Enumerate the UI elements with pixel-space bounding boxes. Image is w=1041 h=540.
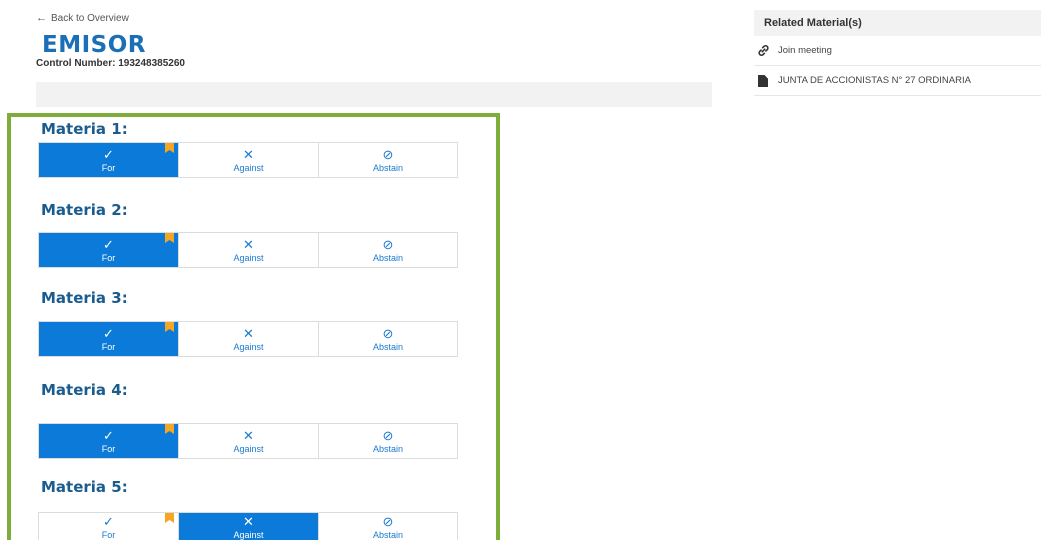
abstain-label: Abstain	[372, 341, 404, 352]
x-icon: ✕	[243, 325, 254, 341]
abstain-label: Abstain	[372, 252, 404, 263]
against-label: Against	[233, 529, 264, 540]
materia-5-for-button[interactable]: ✓ For	[39, 513, 179, 540]
for-label: For	[101, 341, 116, 352]
back-to-overview-link[interactable]: ← Back to Overview	[36, 12, 129, 24]
materia-4-abstain-button[interactable]: ⊘ Abstain	[319, 424, 457, 458]
materia-4-for-button[interactable]: ✓ For	[39, 424, 179, 458]
materia-5-against-button[interactable]: ✕ Against	[179, 513, 319, 540]
page-title: EMISOR	[42, 32, 146, 58]
for-label: For	[101, 443, 116, 454]
materia-2-abstain-button[interactable]: ⊘ Abstain	[319, 233, 457, 267]
materia-5-label: Materia 5:	[41, 478, 128, 496]
materia-2-for-button[interactable]: ✓ For	[39, 233, 179, 267]
materia-5-vote-group: ✓ For ✕ Against ⊘ Abstain	[38, 512, 458, 540]
materia-3-against-button[interactable]: ✕ Against	[179, 322, 319, 356]
x-icon: ✕	[243, 427, 254, 443]
x-icon: ✕	[243, 513, 254, 529]
abstain-icon: ⊘	[382, 513, 394, 529]
info-bar	[36, 82, 712, 107]
bookmark-icon	[165, 513, 174, 523]
check-icon: ✓	[103, 427, 114, 443]
materia-5-abstain-button[interactable]: ⊘ Abstain	[319, 513, 457, 540]
check-icon: ✓	[103, 513, 114, 529]
materia-4-against-button[interactable]: ✕ Against	[179, 424, 319, 458]
against-label: Against	[233, 162, 264, 173]
abstain-label: Abstain	[372, 443, 404, 454]
materia-3-label: Materia 3:	[41, 289, 128, 307]
link-icon	[756, 44, 770, 57]
materia-3-for-button[interactable]: ✓ For	[39, 322, 179, 356]
document-link[interactable]: JUNTA DE ACCIONISTAS N° 27 ORDINARIA	[754, 66, 1041, 96]
back-link-label: Back to Overview	[51, 12, 129, 24]
check-icon: ✓	[103, 325, 114, 341]
for-label: For	[101, 162, 116, 173]
for-label: For	[101, 529, 116, 540]
x-icon: ✕	[243, 236, 254, 252]
materia-1-for-button[interactable]: ✓ For	[39, 143, 179, 177]
check-icon: ✓	[103, 146, 114, 162]
materia-1-abstain-button[interactable]: ⊘ Abstain	[319, 143, 457, 177]
against-label: Against	[233, 443, 264, 454]
materia-1-vote-group: ✓ For ✕ Against ⊘ Abstain	[38, 142, 458, 178]
bookmark-icon	[165, 424, 174, 434]
abstain-icon: ⊘	[382, 325, 394, 341]
against-label: Against	[233, 252, 264, 263]
abstain-icon: ⊘	[382, 236, 394, 252]
materia-1-label: Materia 1:	[41, 120, 128, 138]
bookmark-icon	[165, 322, 174, 332]
materia-4-vote-group: ✓ For ✕ Against ⊘ Abstain	[38, 423, 458, 459]
document-icon	[756, 74, 770, 87]
for-label: For	[101, 252, 116, 263]
abstain-icon: ⊘	[382, 146, 394, 162]
against-label: Against	[233, 341, 264, 352]
materia-1-against-button[interactable]: ✕ Against	[179, 143, 319, 177]
materia-2-against-button[interactable]: ✕ Against	[179, 233, 319, 267]
x-icon: ✕	[243, 146, 254, 162]
materia-3-vote-group: ✓ For ✕ Against ⊘ Abstain	[38, 321, 458, 357]
materia-4-label: Materia 4:	[41, 381, 128, 399]
materia-3-abstain-button[interactable]: ⊘ Abstain	[319, 322, 457, 356]
materia-2-label: Materia 2:	[41, 201, 128, 219]
materia-2-vote-group: ✓ For ✕ Against ⊘ Abstain	[38, 232, 458, 268]
bookmark-icon	[165, 233, 174, 243]
check-icon: ✓	[103, 236, 114, 252]
document-label: JUNTA DE ACCIONISTAS N° 27 ORDINARIA	[778, 75, 971, 86]
related-materials-header: Related Material(s)	[754, 10, 1041, 36]
join-meeting-link[interactable]: Join meeting	[754, 36, 1041, 66]
control-number: Control Number: 193248385260	[36, 58, 185, 69]
related-materials-panel: Related Material(s) Join meeting JUNTA D…	[754, 10, 1041, 96]
abstain-label: Abstain	[372, 529, 404, 540]
back-arrow-icon: ←	[36, 12, 47, 24]
abstain-icon: ⊘	[382, 427, 394, 443]
abstain-label: Abstain	[372, 162, 404, 173]
bookmark-icon	[165, 143, 174, 153]
join-meeting-label: Join meeting	[778, 45, 832, 56]
